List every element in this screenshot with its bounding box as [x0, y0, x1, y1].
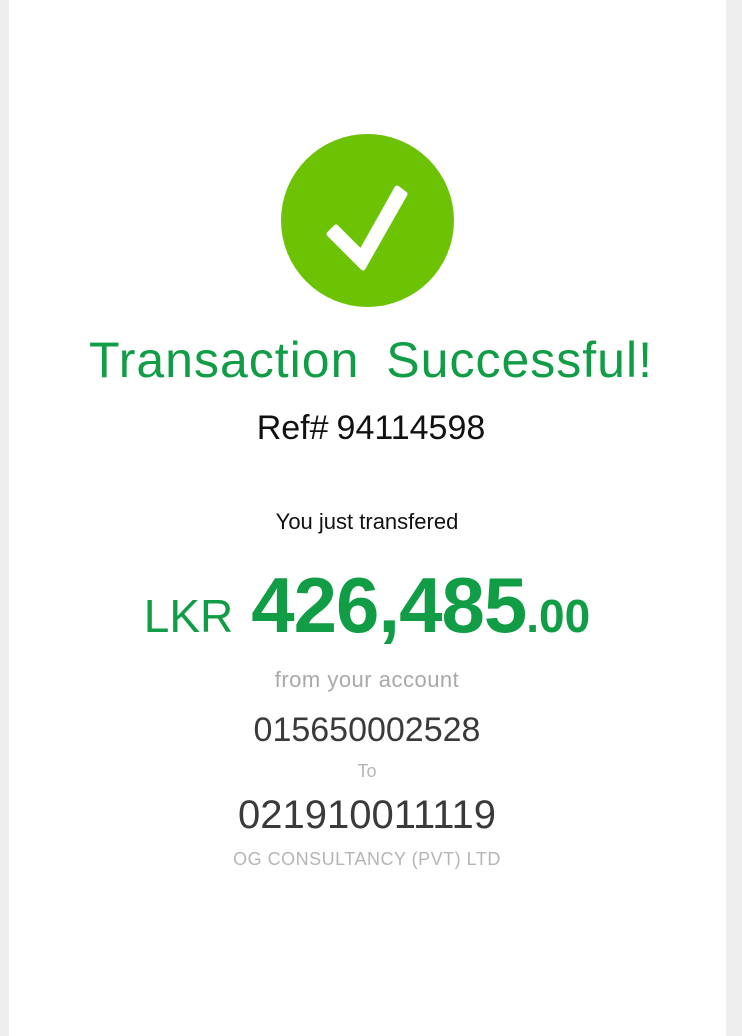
success-checkmark-icon: [281, 134, 454, 307]
transfer-amount: LKR 426,485.00: [0, 560, 734, 673]
reference-line: Ref# 94114598: [0, 408, 742, 448]
from-account-label: from your account: [274, 667, 460, 692]
reference-label: Ref#: [256, 409, 329, 447]
payee-name: OG CONSULTANCY (PVT) LTD: [233, 849, 501, 869]
currency-code: LKR: [143, 590, 234, 642]
amount-main: 426,485: [251, 561, 527, 649]
transfer-intro: You just transfered: [275, 509, 459, 534]
to-label: To: [357, 761, 377, 781]
reference-number: 94114598: [336, 409, 486, 447]
from-account-number: 015650002528: [253, 711, 481, 749]
checkmark-icon: [326, 185, 408, 271]
status-title: Transaction Successful!: [89, 332, 653, 388]
receipt-content: Transaction Successful! Ref# 94114598 You…: [0, 0, 742, 1036]
to-account-number: 021910011119: [237, 793, 497, 837]
amount-cents: .00: [526, 590, 591, 642]
